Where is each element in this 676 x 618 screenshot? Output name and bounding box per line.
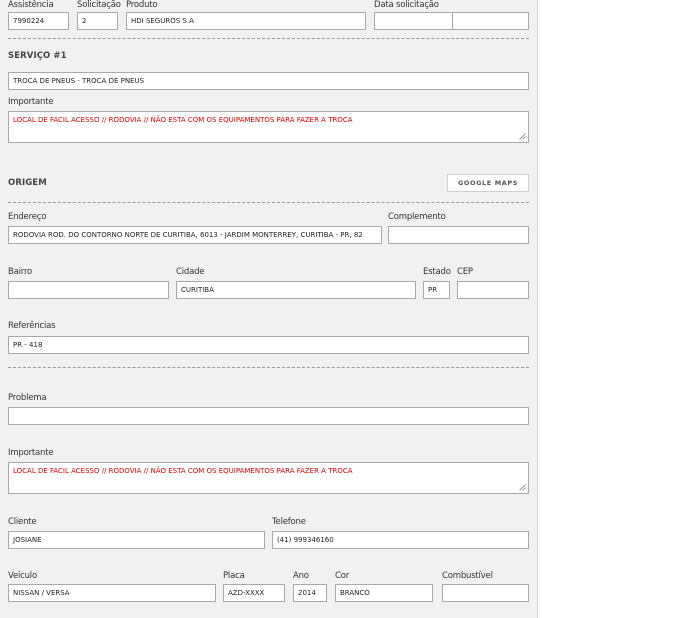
data-solicitacao-label: Data solicitação [374, 0, 439, 10]
combustivel-label: Combustível [442, 571, 493, 581]
google-maps-button[interactable]: GOOGLE MAPS [447, 174, 529, 192]
resize-grip-icon[interactable] [519, 133, 526, 140]
servico-title: SERVIÇO #1 [8, 51, 67, 61]
section-divider [8, 38, 529, 39]
assistencia-label: Assistência [8, 0, 54, 10]
complemento-label: Complemento [388, 212, 446, 222]
cidade-label: Cidade [176, 267, 205, 277]
problema-importante-text: LOCAL DE FACIL ACESSO // RODOVIA // NÃO … [13, 467, 353, 475]
placa-label: Placa [223, 571, 245, 581]
origem-title: ORIGEM [8, 178, 47, 188]
section-divider [8, 202, 529, 203]
ano-label: Ano [293, 571, 309, 581]
placa-field[interactable]: AZD-XXXX [223, 584, 285, 602]
problema-field[interactable] [8, 407, 529, 425]
telefone-label: Telefone [272, 517, 306, 527]
complemento-field[interactable] [388, 226, 529, 244]
produto-label: Produto [126, 0, 158, 10]
ano-field[interactable]: 2014 [293, 584, 327, 602]
data-solicitacao-field[interactable] [374, 12, 453, 30]
cor-field[interactable]: BRANCO [335, 584, 433, 602]
solicitacao-label: Solicitação [77, 0, 121, 10]
resize-grip-icon[interactable] [519, 484, 526, 491]
referencias-label: Referências [8, 321, 56, 331]
servico-importante-text: LOCAL DE FACIL ACESSO // RODOVIA // NÃO … [13, 116, 353, 124]
problema-importante-label: Importante [8, 448, 54, 458]
estado-label: Estado [423, 267, 451, 277]
endereco-label: Endereço [8, 212, 47, 222]
veiculo-field[interactable]: NISSAN / VERSA [8, 584, 216, 602]
problema-label: Problema [8, 393, 47, 403]
cliente-field[interactable]: JOSIANE [8, 531, 265, 549]
cep-field[interactable] [457, 281, 529, 299]
servico-importante-label: Importante [8, 97, 54, 107]
veiculo-label: Veículo [8, 571, 37, 581]
estado-field[interactable]: PR [423, 281, 450, 299]
bairro-field[interactable] [8, 281, 169, 299]
service-form-panel: Assistência 7990224 Solicitação 2 Produt… [0, 0, 538, 618]
bairro-label: Bairro [8, 267, 33, 277]
servico-importante-textarea[interactable]: LOCAL DE FACIL ACESSO // RODOVIA // NÃO … [8, 111, 529, 143]
telefone-field[interactable]: (41) 999346160 [272, 531, 529, 549]
servico-tipo-field[interactable]: TROCA DE PNEUS - TROCA DE PNEUS [8, 72, 529, 90]
cidade-field[interactable]: CURITIBA [176, 281, 416, 299]
hora-solicitacao-field[interactable] [452, 12, 529, 30]
cliente-label: Cliente [8, 517, 37, 527]
referencias-field[interactable]: PR - 418 [8, 336, 529, 354]
combustivel-field[interactable] [442, 584, 529, 602]
assistencia-field[interactable]: 7990224 [8, 12, 69, 30]
endereco-field[interactable]: RODOVIA ROD. DO CONTORNO NORTE DE CURITI… [8, 226, 382, 244]
produto-field[interactable]: HDI SEGUROS S.A [126, 12, 366, 30]
section-divider [8, 367, 529, 368]
problema-importante-textarea[interactable]: LOCAL DE FACIL ACESSO // RODOVIA // NÃO … [8, 462, 529, 494]
cor-label: Cor [335, 571, 350, 581]
cep-label: CEP [457, 267, 473, 277]
solicitacao-field[interactable]: 2 [77, 12, 118, 30]
